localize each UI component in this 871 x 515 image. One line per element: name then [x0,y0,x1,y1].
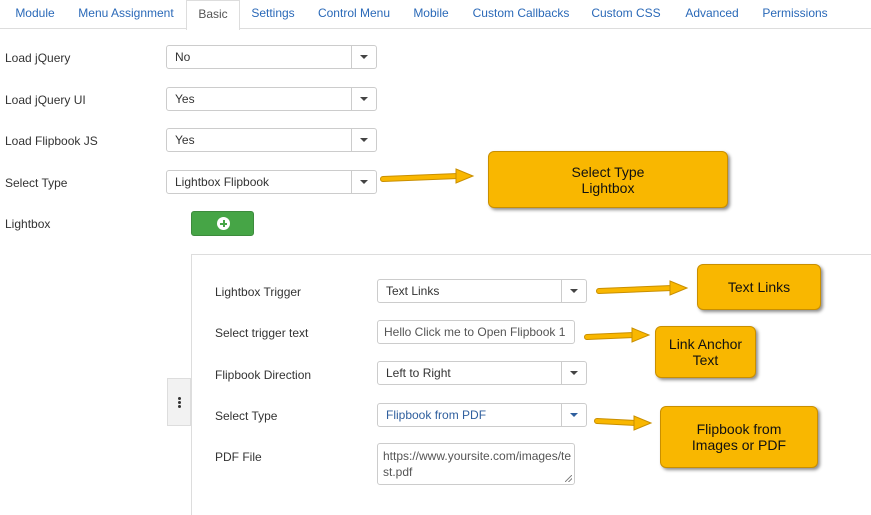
tab-custom-css[interactable]: Custom CSS [584,0,668,28]
chevron-down-icon [351,129,376,151]
tab-settings[interactable]: Settings [242,0,304,28]
tab-mobile[interactable]: Mobile [405,0,457,28]
load-jquery-label: Load jQuery [5,51,71,65]
flipbook-direction-value: Left to Right [386,366,451,380]
load-jquery-value: No [175,50,191,64]
arrow-right-icon [596,280,689,296]
pdf-file-label: PDF File [215,450,262,464]
tab-module[interactable]: Module [6,0,64,28]
subform-select-type-label: Select Type [215,409,278,423]
subform-select-type-value: Flipbook from PDF [386,408,487,422]
plus-circle-icon [217,217,230,230]
chevron-down-icon [561,362,586,384]
load-jquery-ui-label: Load jQuery UI [5,93,86,107]
load-flipbook-js-value: Yes [175,133,195,147]
select-type-label: Select Type [5,176,68,190]
tab-advanced[interactable]: Advanced [676,0,748,28]
select-type-select[interactable]: Lightbox Flipbook [166,170,377,194]
arrow-right-icon [584,327,651,343]
chevron-down-icon [351,88,376,110]
load-flipbook-js-select[interactable]: Yes [166,128,377,152]
tab-bar: Module Menu Assignment Basic Settings Co… [0,0,871,30]
callout-select-type: Select Type Lightbox [488,151,728,208]
trigger-text-input[interactable]: Hello Click me to Open Flipbook 1 [377,320,575,344]
callout-flipbook-from: Flipbook from Images or PDF [660,406,818,468]
chevron-down-icon [351,46,376,68]
trigger-text-value: Hello Click me to Open Flipbook 1 [384,325,566,339]
load-jquery-ui-value: Yes [175,92,195,106]
drag-handle-icon[interactable] [167,378,191,426]
trigger-text-label: Select trigger text [215,326,309,340]
select-type-value: Lightbox Flipbook [175,175,270,189]
subform-select-type-select[interactable]: Flipbook from PDF [377,403,587,427]
resize-grip-icon[interactable] [565,475,572,482]
flipbook-direction-select[interactable]: Left to Right [377,361,587,385]
pdf-file-textarea[interactable]: https://www.yoursite.com/images/test.pdf [377,443,575,485]
chevron-down-icon [351,171,376,193]
tab-custom-callbacks[interactable]: Custom Callbacks [465,0,577,28]
add-lightbox-button[interactable] [191,211,254,236]
pdf-file-value: https://www.yoursite.com/images/test.pdf [383,449,572,479]
lightbox-trigger-value: Text Links [386,284,440,298]
tab-permissions[interactable]: Permissions [755,0,835,28]
callout-text-links: Text Links [697,264,821,310]
tab-basic[interactable]: Basic [186,0,240,30]
load-jquery-select[interactable]: No [166,45,377,69]
chevron-down-icon [561,280,586,302]
load-flipbook-js-label: Load Flipbook JS [5,134,98,148]
arrow-right-icon [380,168,475,184]
flipbook-direction-label: Flipbook Direction [215,368,312,382]
callout-link-anchor: Link Anchor Text [655,326,756,378]
arrow-right-icon [594,415,653,431]
tab-menu-assignment[interactable]: Menu Assignment [70,0,182,28]
lightbox-trigger-select[interactable]: Text Links [377,279,587,303]
load-jquery-ui-select[interactable]: Yes [166,87,377,111]
lightbox-label: Lightbox [5,217,51,231]
chevron-down-icon [561,404,586,426]
tab-control-menu[interactable]: Control Menu [310,0,398,28]
lightbox-trigger-label: Lightbox Trigger [215,285,302,299]
